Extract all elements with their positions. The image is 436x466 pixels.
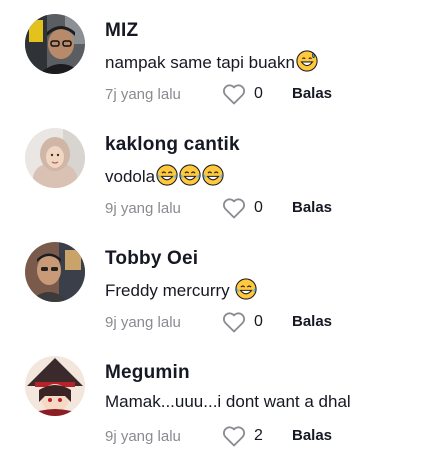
comment-item: MIZ nampak same tapi buakn 7j yang lalu … [0, 0, 436, 114]
avatar[interactable] [25, 14, 85, 74]
comment-timestamp: 7j yang lalu [105, 86, 181, 103]
comment-username[interactable]: Tobby Oei [105, 248, 198, 270]
tears-of-joy-emoji [235, 278, 258, 300]
heart-icon [222, 198, 246, 219]
like-count: 0 [254, 85, 263, 102]
reply-button[interactable]: Balas [292, 427, 332, 444]
comment-list: MIZ nampak same tapi buakn 7j yang lalu … [0, 0, 436, 466]
like-count: 0 [254, 199, 263, 216]
grin-sweat-emoji [296, 50, 318, 72]
like-button[interactable]: 0 [222, 311, 263, 333]
tears-of-joy-emoji [179, 164, 201, 186]
comment-item: Tobby Oei Freddy mercurry 9j yang lalu 0… [0, 228, 436, 342]
avatar-image [25, 14, 85, 74]
like-button[interactable]: 2 [222, 425, 263, 447]
avatar[interactable] [25, 356, 85, 416]
comment-text: vodola [105, 164, 224, 187]
comment-item: kaklong cantik vodola 9j yang lalu 0 Bal… [0, 114, 436, 228]
like-count: 2 [254, 427, 263, 444]
comment-text: Mamak...uuu...i dont want a dhal [105, 392, 351, 411]
avatar-image [25, 356, 85, 416]
heart-icon [222, 84, 246, 105]
comment-username[interactable]: MIZ [105, 20, 138, 42]
comment-timestamp: 9j yang lalu [105, 200, 181, 217]
like-button[interactable]: 0 [222, 197, 263, 219]
avatar[interactable] [25, 242, 85, 302]
reply-button[interactable]: Balas [292, 313, 332, 330]
like-button[interactable]: 0 [222, 83, 263, 105]
comment-text: Freddy mercurry [105, 278, 258, 301]
avatar[interactable] [25, 128, 85, 188]
comment-timestamp: 9j yang lalu [105, 428, 181, 445]
tears-of-joy-emoji [202, 164, 224, 186]
heart-icon [222, 426, 246, 447]
avatar-image [25, 242, 85, 302]
comment-timestamp: 9j yang lalu [105, 314, 181, 331]
comment-username[interactable]: kaklong cantik [105, 134, 240, 156]
heart-icon [222, 312, 246, 333]
tears-of-joy-emoji [156, 164, 178, 186]
avatar-image [25, 128, 85, 188]
reply-button[interactable]: Balas [292, 85, 332, 102]
like-count: 0 [254, 313, 263, 330]
reply-button[interactable]: Balas [292, 199, 332, 216]
comment-username[interactable]: Megumin [105, 362, 190, 384]
comment-text: nampak same tapi buakn [105, 50, 318, 73]
comment-item: Megumin Mamak...uuu...i dont want a dhal… [0, 342, 436, 456]
